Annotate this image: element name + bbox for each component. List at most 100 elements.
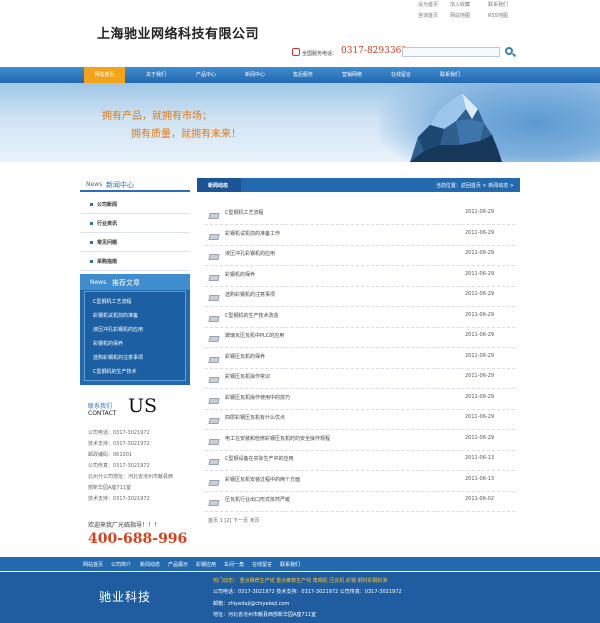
footer-nav-item[interactable]: 车间一角	[224, 561, 244, 568]
big-phone-number: 400-688-996	[88, 531, 188, 547]
pagination[interactable]: 首页 1 [2] 下一页 末页	[208, 517, 260, 524]
hotline-number: 0317-8293369	[341, 46, 408, 56]
contact-line: 邮政编码：061001	[88, 452, 133, 458]
article-date: 2011-06-13	[465, 455, 495, 461]
article-title[interactable]: C型钢设备在实际生产中的应用	[225, 455, 294, 462]
banner-slogan-1: 拥有产品，就拥有市场；	[102, 111, 212, 122]
recommended-item[interactable]: 选购彩钢机的注意事项	[93, 354, 143, 361]
sitemap-link[interactable]: 网站地图	[450, 12, 470, 19]
contact-line: 技术支持：0317-3021972	[88, 496, 150, 502]
article-date: 2011-06-29	[465, 209, 495, 215]
article-title[interactable]: 彩钢压瓦机操作常识	[225, 373, 270, 380]
article-row[interactable]: 压瓦机行业出口形式依然严峻 2011-06-02	[205, 492, 515, 512]
recommended-item[interactable]: C型钢机工艺流程	[93, 298, 132, 305]
bullet-icon	[90, 222, 93, 225]
article-title[interactable]: 压瓦机行业出口形式依然严峻	[225, 496, 290, 503]
article-row[interactable]: 彩钢压瓦机操作使用中的技巧 2011-06-29	[205, 390, 515, 410]
article-row[interactable]: C型钢机工艺流程 2011-06-29	[205, 205, 515, 225]
category-company-news[interactable]: 公司新闻	[80, 195, 190, 214]
article-title[interactable]: 彩钢压瓦机操作使用中的技巧	[225, 394, 290, 401]
nav-contact[interactable]: 联系我们	[430, 67, 470, 83]
search-icon[interactable]	[504, 46, 517, 58]
set-homepage-link[interactable]: 设为首页	[418, 1, 438, 8]
footer: 驰业科技 热门动态： 重点推荐生产线 重点推荐生产线 角钢机 压瓦机 彩钢 钢材…	[0, 572, 600, 623]
nav-products[interactable]: 产品中心	[186, 67, 226, 83]
inquiry-home-link[interactable]: 咨询首页	[418, 12, 438, 19]
contact-line: 北州分公司地址：河北省沧州市献县西	[88, 474, 174, 480]
recommended-item[interactable]: 彩钢机的保养	[93, 340, 123, 347]
document-icon	[208, 254, 220, 260]
recommended-item[interactable]: 液压冲孔彩钢机的应用	[93, 326, 143, 333]
article-title[interactable]: C型钢机工艺流程	[225, 209, 264, 216]
footer-nav-item[interactable]: 联系我们	[280, 561, 300, 568]
news-heading-en: News	[86, 181, 103, 188]
nav-message[interactable]: 在线留言	[381, 67, 421, 83]
article-row[interactable]: 四层彩钢压瓦机有什么优点 2011-06-29	[205, 410, 515, 430]
article-title[interactable]: 彩钢机试机前的准备工作	[225, 230, 280, 237]
article-title[interactable]: 四层彩钢压瓦机有什么优点	[225, 414, 285, 421]
article-title[interactable]: 玻璃瓦压瓦机中PLC的应用	[225, 332, 284, 339]
contact-line: 公司电话：0317-3021972	[88, 430, 150, 436]
nav-news[interactable]: 新闻中心	[235, 67, 275, 83]
search-input[interactable]	[402, 47, 500, 57]
recommended-item[interactable]: C型钢机的生产技术	[93, 368, 137, 375]
bullet-icon	[90, 203, 93, 206]
nav-home[interactable]: 网站首页	[84, 67, 125, 83]
nav-about[interactable]: 关于我们	[136, 67, 176, 83]
top-links: 设为首页 加入收藏 联系我们 咨询首页 网站地图 RSS地图	[410, 1, 520, 23]
recommended-list: C型钢机工艺流程 彩钢机试机前的准备 液压冲孔彩钢机的应用 彩钢机的保养 选购彩…	[84, 291, 186, 381]
footer-nav-item[interactable]: 产品展示	[168, 561, 188, 568]
document-icon	[208, 213, 220, 219]
article-title[interactable]: 彩钢压瓦机安装过程中的两个方面	[225, 476, 300, 483]
article-title[interactable]: 液压冲孔彩钢机的应用	[225, 250, 275, 257]
category-purchase-guide[interactable]: 采购指南	[80, 252, 190, 271]
article-date: 2011-06-02	[465, 496, 495, 502]
category-faq[interactable]: 常见问题	[80, 233, 190, 252]
recommended-heading: News 推荐文章	[80, 274, 190, 290]
footer-nav-item[interactable]: 公司简介	[111, 561, 131, 568]
add-favorite-link[interactable]: 加入收藏	[450, 1, 470, 8]
article-title[interactable]: 电工在安装和检修彩钢压瓦机时的安全操作规程	[225, 435, 330, 442]
recommended-item[interactable]: 彩钢机试机前的准备	[93, 312, 138, 319]
contact-us-link[interactable]: 联系我们	[488, 1, 508, 8]
footer-nav-item[interactable]: 网站首页	[83, 561, 103, 568]
article-row[interactable]: 玻璃瓦压瓦机中PLC的应用 2011-06-29	[205, 328, 515, 348]
breadcrumb[interactable]: 当前位置：返回首页 > 新闻动态 >	[436, 182, 514, 189]
article-date: 2011-06-29	[465, 311, 495, 318]
category-industry-news[interactable]: 行业资讯	[80, 214, 190, 233]
document-icon	[208, 336, 220, 342]
article-date: 2011-06-29	[465, 352, 495, 359]
document-icon	[208, 500, 220, 506]
article-title[interactable]: 彩钢机的保养	[225, 271, 255, 278]
article-date: 2011-06-29	[465, 291, 495, 297]
article-row[interactable]: C型钢机的生产技术改造 2011-06-29	[205, 308, 515, 328]
footer-nav-item[interactable]: 新闻动态	[140, 561, 160, 568]
footer-nav-item[interactable]: 彩钢应用	[196, 561, 216, 568]
nav-after-sales[interactable]: 售后服务	[283, 67, 323, 83]
footer-nav-item[interactable]: 在线留言	[252, 561, 272, 568]
article-row[interactable]: 彩钢压瓦机的保养 2011-06-29	[205, 349, 515, 369]
article-title[interactable]: 彩钢压瓦机的保养	[225, 353, 265, 360]
hotline-label: 全国服务电话：	[302, 51, 338, 57]
article-title[interactable]: 选购彩钢机的注意事项	[225, 291, 275, 298]
article-date: 2011-06-29	[465, 229, 495, 236]
article-row[interactable]: 彩钢压瓦机操作常识 2011-06-29	[205, 369, 515, 389]
article-row[interactable]: 选购彩钢机的注意事项 2011-06-29	[205, 287, 515, 307]
nav-marketing[interactable]: 营销网络	[332, 67, 372, 83]
document-icon	[208, 438, 220, 445]
company-logo[interactable]: 上海驰业网络科技有限公司	[97, 23, 259, 42]
bullet-icon	[90, 260, 93, 263]
article-row[interactable]: 液压冲孔彩钢机的应用 2011-06-29	[205, 246, 515, 266]
article-title[interactable]: C型钢机的生产技术改造	[225, 312, 279, 319]
article-row[interactable]: 彩钢机的保养 2011-06-29	[205, 267, 515, 287]
article-row[interactable]: 电工在安装和检修彩钢压瓦机时的安全操作规程 2011-06-29	[205, 431, 515, 451]
article-date: 2011-06-29	[465, 414, 495, 420]
footer-address: 地址：河北省沧州市献县西部新华园A座711室	[213, 612, 316, 618]
article-row[interactable]: C型钢设备在实际生产中的应用 2011-06-13	[205, 451, 515, 471]
article-row[interactable]: 彩钢压瓦机安装过程中的两个方面 2011-06-13	[205, 472, 515, 492]
rss-map-link[interactable]: RSS地图	[488, 12, 508, 19]
article-row[interactable]: 彩钢机试机前的准备工作 2011-06-29	[205, 226, 515, 246]
article-date: 2011-06-29	[465, 332, 495, 338]
footer-hot-links[interactable]: 热门动态： 重点推荐生产线 重点推荐生产线 角钢机 压瓦机 彩钢 钢材彩钢标准	[213, 577, 388, 584]
phone-icon	[292, 48, 300, 56]
